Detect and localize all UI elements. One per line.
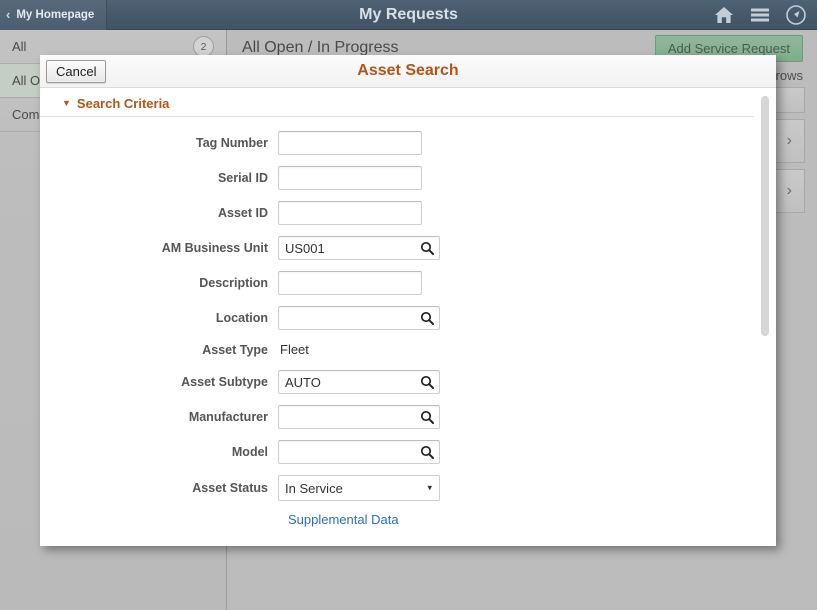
modal-scrollbar-thumb[interactable] [761, 96, 769, 336]
search-criteria-label: Search Criteria [77, 96, 170, 111]
field-label: Location [40, 311, 278, 325]
home-icon[interactable] [707, 0, 741, 30]
magnifier-lookup-icon[interactable] [420, 311, 434, 325]
header-icon-group [707, 0, 813, 30]
field-row-location: Location [40, 306, 776, 330]
field-label: Model [40, 445, 278, 459]
back-to-homepage-button[interactable]: ‹ My Homepage [0, 0, 107, 30]
field-label: Description [40, 276, 278, 290]
asset-type-value: Fleet [278, 342, 309, 357]
field-label: Asset Subtype [40, 375, 278, 389]
modal-body: ▼ Search Criteria Tag Number Serial ID A… [40, 88, 776, 546]
search-criteria-section-toggle[interactable]: ▼ Search Criteria [40, 88, 754, 117]
tag-number-input[interactable] [278, 131, 422, 155]
caret-down-icon: ▼ [62, 99, 71, 108]
description-input[interactable] [278, 271, 422, 295]
model-input[interactable] [278, 440, 440, 464]
field-row-am-business-unit: AM Business Unit [40, 236, 776, 260]
sidebar-item-label: All [12, 39, 193, 54]
chevron-right-icon: › [787, 182, 792, 200]
chevron-right-icon: › [787, 132, 792, 150]
modal-scrollbar-track[interactable] [762, 88, 773, 546]
magnifier-lookup-icon[interactable] [420, 375, 434, 389]
manufacturer-input[interactable] [278, 405, 440, 429]
asset-id-input[interactable] [278, 201, 422, 225]
cancel-button[interactable]: Cancel [46, 60, 106, 83]
field-label: Tag Number [40, 136, 278, 150]
asset-search-form: Tag Number Serial ID Asset ID AM Busines… [40, 117, 776, 546]
supplemental-data-row: Supplemental Data [40, 512, 776, 527]
field-label: Asset ID [40, 206, 278, 220]
field-label: Asset Type [40, 343, 278, 357]
field-label: Serial ID [40, 171, 278, 185]
supplemental-data-link[interactable]: Supplemental Data [288, 512, 399, 527]
field-row-description: Description [40, 271, 776, 295]
field-label: Manufacturer [40, 410, 278, 424]
magnifier-lookup-icon[interactable] [420, 410, 434, 424]
asset-search-modal: Cancel Asset Search ▼ Search Criteria Ta… [40, 55, 776, 545]
app-header: ‹ My Homepage My Requests [0, 0, 817, 30]
magnifier-lookup-icon[interactable] [420, 445, 434, 459]
field-row-asset-id: Asset ID [40, 201, 776, 225]
navigator-compass-icon[interactable] [779, 0, 813, 30]
field-row-asset-subtype: Asset Subtype [40, 370, 776, 394]
hamburger-menu-icon[interactable] [743, 0, 777, 30]
page-title: My Requests [0, 6, 817, 24]
field-row-serial-id: Serial ID [40, 166, 776, 190]
field-label: Asset Status [40, 481, 278, 495]
chevron-left-icon: ‹ [6, 8, 10, 21]
serial-id-input[interactable] [278, 166, 422, 190]
sidebar-item-badge: 2 [193, 36, 214, 57]
field-label: AM Business Unit [40, 241, 278, 255]
magnifier-lookup-icon[interactable] [420, 241, 434, 255]
field-row-tag-number: Tag Number [40, 131, 776, 155]
field-row-manufacturer: Manufacturer [40, 405, 776, 429]
field-row-asset-status: Asset Status In Service ▾ [40, 475, 776, 501]
field-row-asset-type: Asset Type Fleet [40, 341, 776, 359]
location-input[interactable] [278, 306, 440, 330]
back-button-label: My Homepage [16, 9, 94, 21]
field-row-model: Model [40, 440, 776, 464]
asset-status-select[interactable]: In Service [278, 475, 440, 501]
modal-titlebar: Cancel Asset Search [40, 55, 776, 88]
modal-title: Asset Search [40, 62, 776, 80]
asset-subtype-input[interactable] [278, 370, 440, 394]
am-business-unit-input[interactable] [278, 236, 440, 260]
